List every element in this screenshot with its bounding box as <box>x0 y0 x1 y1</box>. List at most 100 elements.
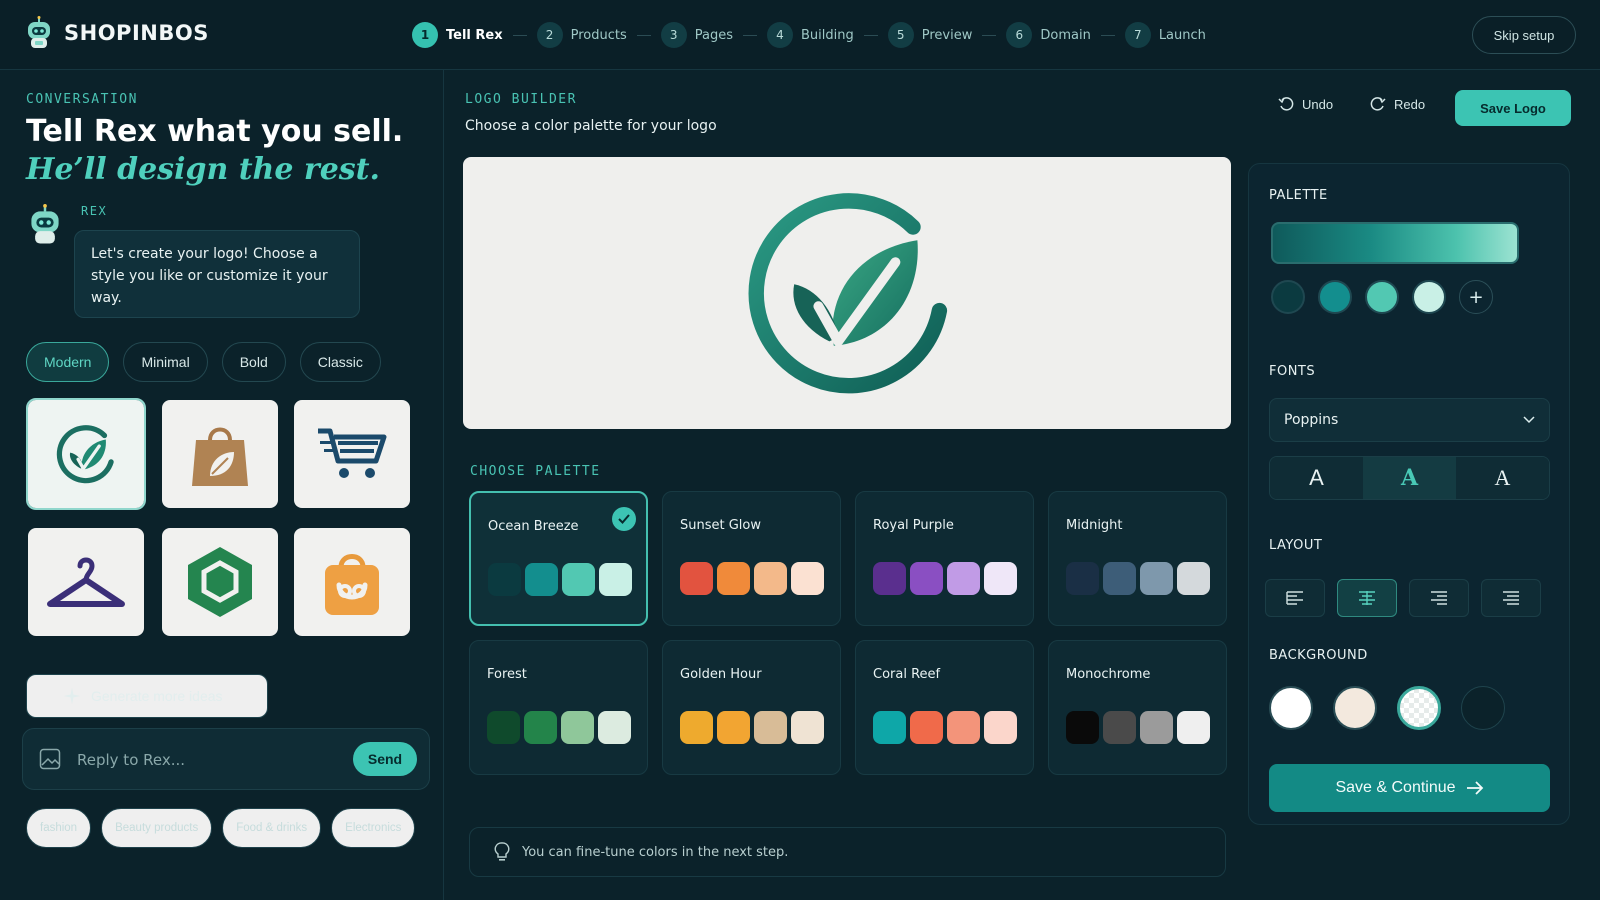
logo-idea-shopping-bag[interactable] <box>162 400 278 508</box>
send-button[interactable]: Send <box>353 742 417 776</box>
save-logo-button[interactable]: Save Logo <box>1455 90 1571 126</box>
generate-more-button[interactable]: Generate more ideas <box>26 674 268 718</box>
step-domain[interactable]: 6 Domain <box>1006 22 1091 48</box>
step-label: Products <box>570 27 627 43</box>
save-continue-button[interactable]: Save & Continue <box>1269 764 1550 812</box>
palette-card-forest[interactable]: Forest <box>469 640 648 775</box>
add-color-icon[interactable]: + <box>1459 280 1493 314</box>
layout-center-button[interactable] <box>1337 579 1397 617</box>
headline-accent: He’ll design the rest. <box>26 152 380 187</box>
step-launch[interactable]: 7 Launch <box>1124 22 1206 48</box>
style-chip-classic[interactable]: Classic <box>299 342 381 382</box>
color-swatch <box>488 563 521 596</box>
lightbulb-icon <box>494 842 510 861</box>
palette-card-sunset-glow[interactable]: Sunset Glow <box>662 491 841 626</box>
font-dropdown-value: Poppins <box>1284 412 1339 428</box>
setup-stepper: 1 Tell Rex 2 Products 3 Pages 4 Building 5 Pr… <box>412 22 1206 48</box>
palette-color-dot[interactable] <box>1271 280 1305 314</box>
font-dropdown[interactable]: Poppins <box>1269 398 1550 442</box>
palette-color-dots: + <box>1271 280 1493 314</box>
palette-card-midnight[interactable]: Midnight <box>1048 491 1227 626</box>
font-style-serif-bold[interactable]: A <box>1363 457 1456 499</box>
step-tell-rex[interactable]: 1 Tell Rex <box>412 22 503 48</box>
step-number: 3 <box>660 22 687 48</box>
font-style-sans[interactable]: A <box>1270 457 1363 499</box>
suggestion-chip[interactable]: Electronics <box>331 808 416 848</box>
step-building[interactable]: 4 Building <box>767 22 854 48</box>
hanger-icon <box>47 557 125 607</box>
tip-text: You can fine-tune colors in the next ste… <box>522 844 789 860</box>
palette-color-dot[interactable] <box>1365 280 1399 314</box>
step-number: 6 <box>1006 22 1033 48</box>
color-swatch <box>947 562 980 595</box>
suggestion-chip[interactable]: Beauty products <box>101 808 213 848</box>
color-swatch <box>984 711 1017 744</box>
logo-idea-hanger[interactable] <box>28 528 144 636</box>
step-preview[interactable]: 5 Preview <box>887 22 972 48</box>
color-swatch <box>984 562 1017 595</box>
step-products[interactable]: 2 Products <box>536 22 627 48</box>
step-divider <box>743 34 757 36</box>
skip-setup-button[interactable]: Skip setup <box>1472 16 1576 54</box>
background-option-selected[interactable] <box>1397 686 1441 730</box>
layout-options <box>1265 579 1541 617</box>
step-pages[interactable]: 3 Pages <box>660 22 733 48</box>
palette-card-coral-reef[interactable]: Coral Reef <box>855 640 1034 775</box>
redo-label: Redo <box>1394 96 1426 112</box>
tip-banner: You can fine-tune colors in the next ste… <box>469 827 1226 877</box>
palette-grid: Ocean Breeze Sunset Glow Royal Purple Mi… <box>469 491 1227 775</box>
layout-left-button[interactable] <box>1265 579 1325 617</box>
undo-button[interactable]: Undo <box>1278 96 1333 112</box>
font-style-options: A A A <box>1269 456 1550 500</box>
layout-right-button[interactable] <box>1409 579 1469 617</box>
step-label: Tell Rex <box>446 27 503 43</box>
palette-swatches <box>1066 562 1210 595</box>
background-option[interactable] <box>1269 686 1313 730</box>
color-swatch <box>910 711 943 744</box>
palette-card-golden-hour[interactable]: Golden Hour <box>662 640 841 775</box>
step-label: Building <box>801 27 854 43</box>
palette-swatches <box>487 711 631 744</box>
step-number: 2 <box>536 22 563 48</box>
assistant-message: Let's create your logo! Choose a style y… <box>74 230 360 318</box>
undo-icon <box>1278 97 1294 111</box>
palette-card-ocean-breeze[interactable]: Ocean Breeze <box>469 491 648 626</box>
step-label: Domain <box>1040 27 1091 43</box>
palette-card-royal-purple[interactable]: Royal Purple <box>855 491 1034 626</box>
brand[interactable]: SHOPINBOS <box>24 16 209 50</box>
logo-idea-leaf-check[interactable] <box>26 398 146 510</box>
layout-section-label: LAYOUT <box>1269 538 1323 553</box>
logo-builder-subtitle: Choose a color palette for your logo <box>465 118 717 134</box>
palette-color-dot[interactable] <box>1318 280 1352 314</box>
suggestion-chip[interactable]: Food & drinks <box>222 808 322 848</box>
palette-color-dot[interactable] <box>1412 280 1446 314</box>
reply-input[interactable] <box>77 743 337 777</box>
color-swatch <box>791 562 824 595</box>
background-option[interactable] <box>1461 686 1505 730</box>
conversation-label: CONVERSATION <box>26 92 138 107</box>
logo-idea-smile-bag[interactable] <box>294 528 410 636</box>
suggestion-chip[interactable]: fashion <box>26 808 92 848</box>
step-number: 4 <box>767 22 793 48</box>
background-option[interactable] <box>1333 686 1377 730</box>
step-label: Pages <box>694 27 733 43</box>
image-attach-icon[interactable] <box>39 748 61 770</box>
redo-button[interactable]: Redo <box>1370 96 1425 112</box>
font-style-serif[interactable]: A <box>1456 457 1549 499</box>
palette-swatches <box>873 711 1017 744</box>
logo-idea-cart[interactable] <box>294 400 410 508</box>
style-chip-bold[interactable]: Bold <box>221 342 286 382</box>
layout-justify-button[interactable] <box>1481 579 1541 617</box>
sparkle-icon <box>64 688 80 704</box>
color-swatch <box>1066 711 1099 744</box>
color-swatch <box>562 563 595 596</box>
style-chip-minimal[interactable]: Minimal <box>123 342 208 382</box>
palette-name: Midnight <box>1066 518 1123 533</box>
brand-name: SHOPINBOS <box>64 21 209 45</box>
step-divider <box>1100 34 1115 36</box>
logo-idea-hexagon[interactable] <box>162 528 278 636</box>
color-swatch <box>1066 562 1099 595</box>
style-chip-modern[interactable]: Modern <box>26 342 110 382</box>
palette-name: Sunset Glow <box>680 518 762 533</box>
palette-card-monochrome[interactable]: Monochrome <box>1048 640 1227 775</box>
